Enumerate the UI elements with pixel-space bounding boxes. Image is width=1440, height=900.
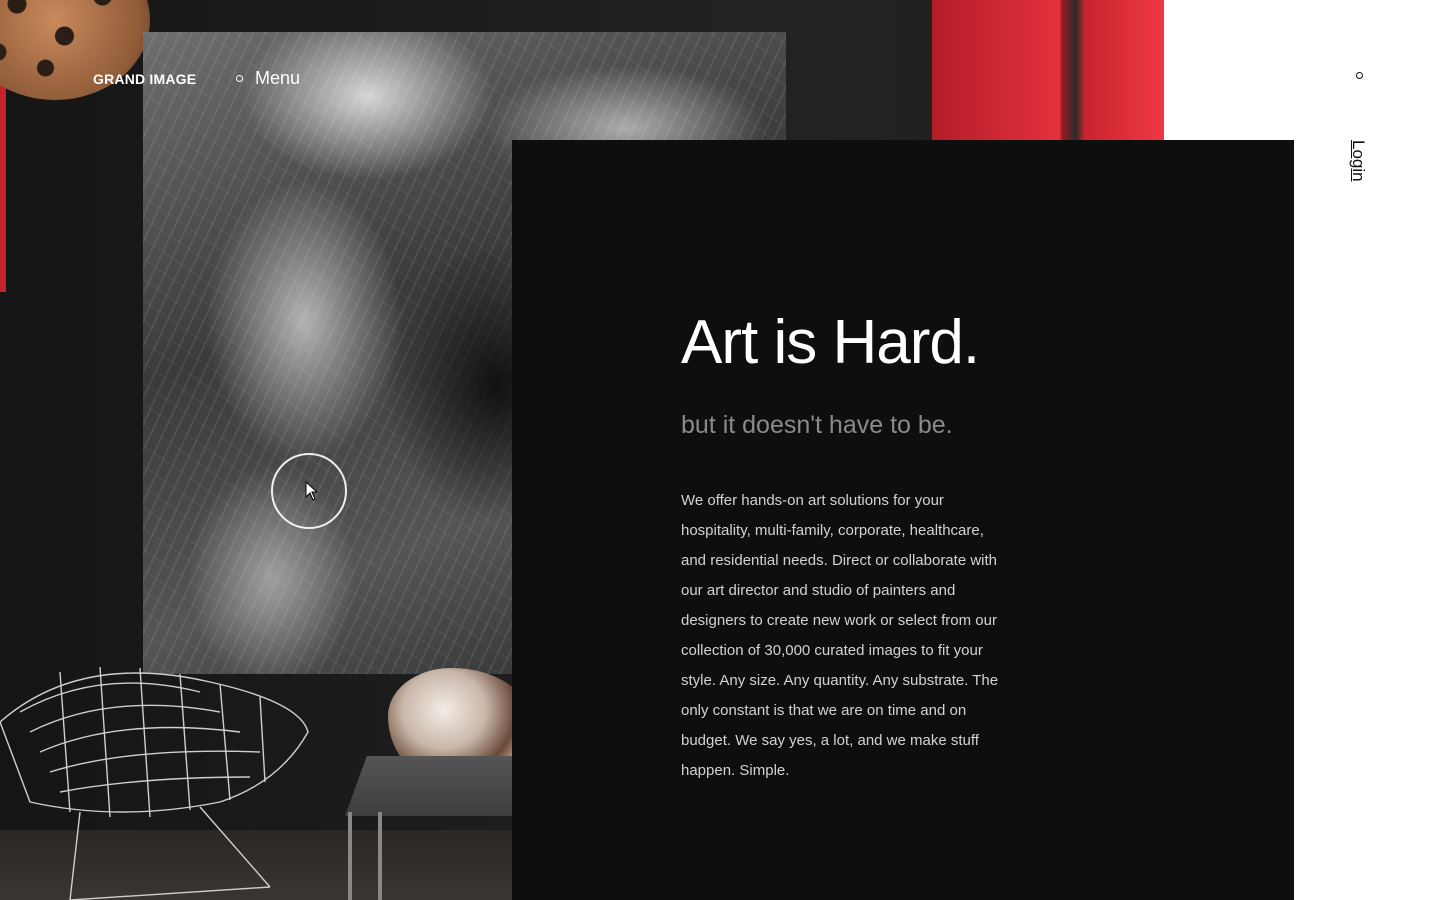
- page-subtitle: but it doesn't have to be.: [681, 411, 953, 439]
- wire-chair-image: [0, 666, 309, 900]
- mouse-cursor-icon: [305, 481, 319, 501]
- page: GRAND IMAGE Menu Art is Hard. but it doe…: [0, 0, 1440, 900]
- menu-label: Menu: [255, 68, 301, 88]
- page-title: Art is Hard.: [681, 308, 980, 377]
- login-link[interactable]: Login: [1348, 140, 1368, 182]
- circle-dot-icon: [236, 75, 243, 82]
- menu-button[interactable]: Menu: [236, 68, 300, 89]
- red-artwork-panel: [932, 0, 1164, 140]
- intro-paragraph: We offer hands-on art solutions for your…: [681, 492, 999, 779]
- table-leg: [348, 812, 352, 900]
- circle-dot-icon: [1356, 72, 1363, 79]
- site-logo[interactable]: GRAND IMAGE: [93, 71, 196, 87]
- table-leg: [378, 812, 382, 900]
